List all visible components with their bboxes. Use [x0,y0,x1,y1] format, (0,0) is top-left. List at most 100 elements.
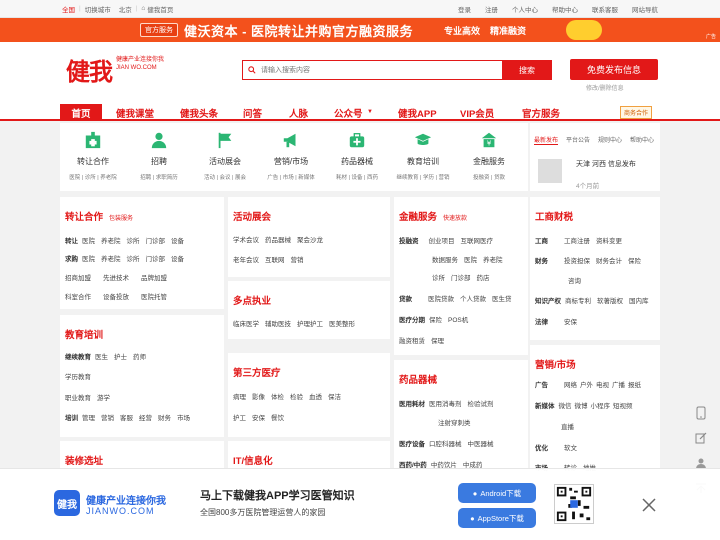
link[interactable]: 医生贷 [492,296,512,303]
link[interactable]: 财务会计 [596,258,622,265]
business-coop-badge[interactable]: 商务合作 [620,106,653,119]
link[interactable]: 医院贷款 [428,296,454,303]
link[interactable]: 护士 [114,354,127,361]
row-label[interactable]: 财务 [535,258,548,265]
link[interactable]: 保险 [429,317,442,324]
tab-announcements[interactable]: 平台公告 [566,135,590,145]
link[interactable]: 直播 [561,424,574,431]
link[interactable]: 经营 [139,415,152,422]
publish-button[interactable]: 免费发布信息 [570,59,658,80]
link[interactable]: 门诊部 [451,275,471,282]
register-link[interactable]: 注册 [485,4,498,14]
link[interactable]: 工商注册 [564,238,590,245]
phone-icon[interactable] [692,404,710,422]
link[interactable]: 软著版权 [597,298,623,305]
link[interactable]: 辅助医技 [265,321,291,328]
switch-city-link[interactable]: 切换城市 [85,4,111,14]
site-nav-link[interactable]: 网站导航 [632,4,658,14]
nav-vip[interactable]: VIP会员 [460,106,494,120]
link[interactable]: 诊所 [127,238,140,245]
link[interactable]: 检验 [290,394,303,401]
row-label[interactable]: 医用耗材 [399,401,425,408]
link[interactable]: 养老院 [101,256,121,263]
link[interactable]: 养老院 [483,257,503,264]
post-thumbnail[interactable] [538,159,562,183]
ad-banner[interactable]: 官方服务 健沃资本 - 医院转让并购官方融资服务 专业高效 精准融资 广告 [0,18,720,42]
link[interactable]: 软文 [564,445,577,452]
nav-headlines[interactable]: 健我头条 [180,106,218,120]
search-input[interactable] [243,61,502,79]
appstore-download-button[interactable]: ● AppStore下载 [458,508,536,528]
row-label[interactable]: 贷款 [399,296,412,303]
link[interactable]: 融资租赁 [399,338,425,345]
close-icon[interactable] [640,496,658,514]
link[interactable]: 学术会议 [233,237,259,244]
row-label[interactable]: 医疗分期 [399,317,425,324]
link[interactable]: 安保 [564,319,577,326]
card-title[interactable]: 工商财税 [535,209,573,223]
link[interactable]: 品牌加盟 [141,275,167,282]
link[interactable]: 医生 [95,354,108,361]
link[interactable]: 广播 [612,382,625,389]
link[interactable]: 客服 [120,415,133,422]
card-hint[interactable]: 包装服务 [109,216,133,222]
link[interactable]: 设备 [171,256,184,263]
card-title[interactable]: 第三方医疗 [233,365,281,379]
category-marketing[interactable]: 营销/市场 广告 | 市场 | 新媒体 [258,123,324,181]
link[interactable]: 安保 [252,415,265,422]
link[interactable]: 保理 [431,338,444,345]
card-title[interactable]: 药品器械 [399,372,437,386]
link[interactable]: 报纸 [628,382,641,389]
link[interactable]: 诊所 [127,256,140,263]
link[interactable]: 餐饮 [271,415,284,422]
category-recruit[interactable]: 招聘 招聘 | 求职简历 [126,123,192,181]
link[interactable]: 国内库 [629,298,649,305]
edit-icon[interactable] [692,429,710,447]
tab-help[interactable]: 帮助中心 [630,135,654,145]
link[interactable]: 营销 [101,415,114,422]
link[interactable]: 创业项目 [429,238,455,245]
nav-qa[interactable]: 问答 [243,106,262,120]
link[interactable]: 诊所 [432,275,445,282]
link[interactable]: 影像 [252,394,265,401]
link[interactable]: 药品器械 [265,237,291,244]
link[interactable]: 聚会沙龙 [297,237,323,244]
card-title[interactable]: 转让合作 包装服务 [65,209,133,223]
link[interactable]: 门诊部 [146,256,166,263]
tab-rules[interactable]: 规则中心 [598,135,622,145]
link[interactable]: 医院 [82,256,95,263]
user-center-link[interactable]: 个人中心 [512,4,538,14]
category-drugs[interactable]: 药品器械 耗材 | 设备 | 西药 [324,123,390,181]
link[interactable]: 学历教育 [65,374,91,381]
row-label[interactable]: 知识产权 [535,298,561,305]
link[interactable]: 注射穿刺类 [438,420,471,427]
link[interactable]: 护理护工 [297,321,323,328]
card-title[interactable]: 活动展会 [233,209,271,223]
post-title[interactable]: 天津 河西 信息发布 [576,159,636,169]
search-button[interactable]: 搜索 [502,60,552,80]
help-center-link[interactable]: 帮助中心 [552,4,578,14]
row-label[interactable]: 新媒体 [535,403,555,410]
row-label[interactable]: 法律 [535,319,548,326]
link[interactable]: 先进技术 [103,275,129,282]
link[interactable]: 互联网 [265,257,285,264]
row-label[interactable]: 转让 [65,238,78,245]
row-label[interactable]: 培训 [65,415,78,422]
card-title[interactable]: 营销/市场 [535,357,576,371]
link[interactable]: 微博 [575,403,588,410]
link[interactable]: 科室合作 [65,294,91,301]
link[interactable]: 门诊部 [146,238,166,245]
link[interactable]: 医用消毒剂 [429,401,462,408]
link[interactable]: 商标专利 [565,298,591,305]
row-label[interactable]: 广告 [535,382,548,389]
link[interactable]: 个人贷款 [460,296,486,303]
link[interactable]: 招商加盟 [65,275,91,282]
edit-delete-link[interactable]: 修改/删除信息 [586,83,624,92]
link[interactable]: 设备 [171,238,184,245]
nav-network[interactable]: 人脉 [289,106,308,120]
login-link[interactable]: 登录 [458,4,471,14]
row-label[interactable]: 求购 [65,256,78,263]
link[interactable]: 药师 [133,354,146,361]
nav-app[interactable]: 健我APP [398,106,437,120]
card-title[interactable]: 教育培训 [65,327,103,341]
